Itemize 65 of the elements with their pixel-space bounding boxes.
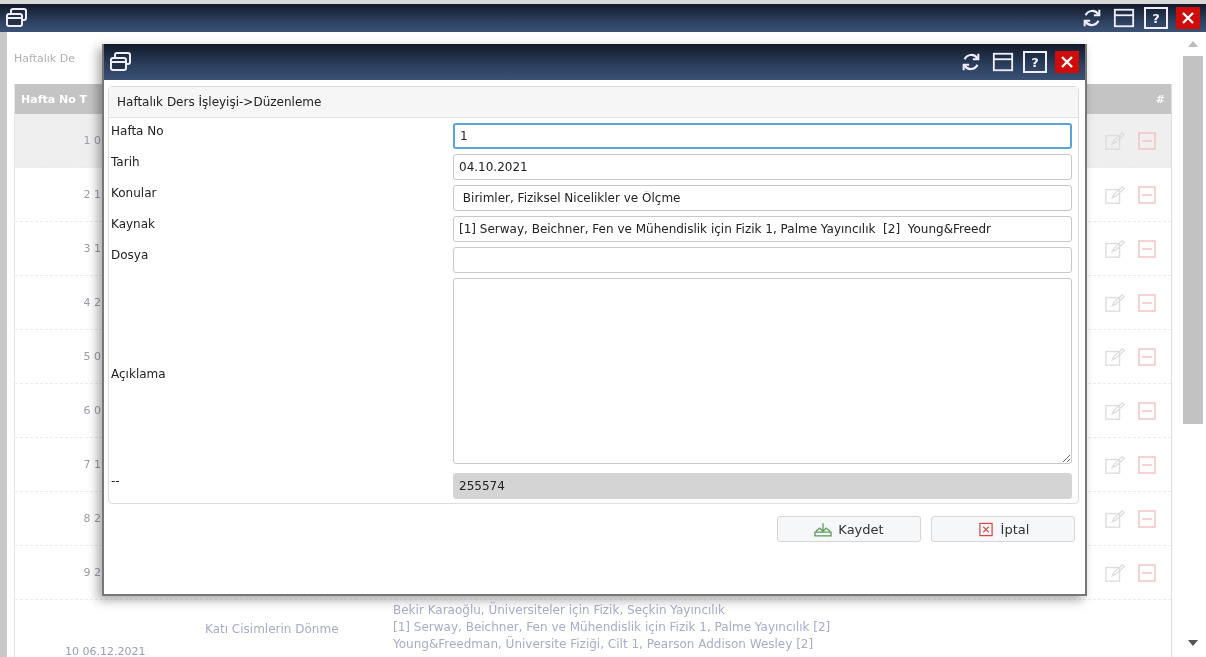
field-label: Hafta No	[111, 123, 165, 138]
edit-icon[interactable]	[1105, 562, 1125, 583]
edit-icon[interactable]	[1105, 400, 1125, 421]
delete-icon[interactable]	[1137, 454, 1157, 475]
table-cell-text: Young&Freedman, Üniversite Fiziği, Cilt 1, Pearson Addison Wesley [2]	[393, 636, 815, 653]
row-number: 4 2	[82, 296, 101, 309]
input-field[interactable]: 1	[453, 123, 1072, 149]
description-textarea[interactable]	[453, 278, 1072, 464]
close-box-icon	[976, 521, 995, 537]
column-header: #	[1155, 92, 1165, 106]
page-title: Haftalık De	[14, 51, 75, 65]
window-icon	[6, 8, 28, 28]
edit-icon[interactable]	[1105, 184, 1125, 205]
row-number: 7 1	[82, 458, 101, 471]
delete-icon[interactable]	[1137, 346, 1157, 367]
delete-icon[interactable]	[1137, 562, 1157, 583]
input-field[interactable]	[453, 247, 1072, 273]
edit-icon[interactable]	[1105, 292, 1125, 313]
edit-icon[interactable]	[1105, 346, 1125, 367]
edit-icon[interactable]	[1105, 508, 1125, 529]
form-heading: Haftalık Ders İşleyişi->Düzenleme	[117, 95, 322, 109]
close-button[interactable]	[1176, 7, 1200, 29]
close-icon	[1061, 56, 1073, 68]
edit-icon[interactable]	[1105, 238, 1125, 259]
field-label: --	[111, 473, 121, 488]
row-number: 6 0	[82, 404, 101, 417]
save-button[interactable]: Kaydet	[777, 516, 921, 542]
table-cell-text: [1] Serway, Beichner, Fen ve Mühendislik için Fizik 1, Palme Yayıncılık [2]	[393, 619, 831, 636]
scroll-up-icon[interactable]	[1187, 40, 1199, 48]
row-number: 5 0	[82, 350, 101, 363]
cancel-button[interactable]: İptal	[931, 516, 1075, 542]
help-button[interactable]: ?	[1023, 51, 1047, 73]
field-label: Açıklama	[111, 365, 167, 381]
row-number: 2 1	[82, 188, 101, 201]
delete-icon[interactable]	[1137, 184, 1157, 205]
close-button[interactable]	[1055, 51, 1079, 73]
edit-icon[interactable]	[1105, 454, 1125, 475]
table-cell: Katı Cisimlerin Dönme	[205, 622, 339, 636]
field-label: Dosya	[111, 247, 150, 262]
tray-download-icon	[814, 521, 833, 537]
delete-icon[interactable]	[1137, 508, 1157, 529]
window-icon	[110, 52, 132, 72]
help-button[interactable]: ?	[1144, 7, 1168, 29]
row-number: 3 1	[82, 242, 101, 255]
field-label: Tarih	[111, 154, 141, 169]
column-header: Hafta No T	[21, 92, 88, 106]
row-number: 9 2	[82, 566, 101, 579]
row-number: 10 06.12.2021	[65, 645, 146, 657]
scroll-down-icon[interactable]	[1187, 639, 1199, 647]
delete-icon[interactable]	[1137, 238, 1157, 259]
delete-icon[interactable]	[1137, 400, 1157, 421]
field-label: Konular	[111, 185, 158, 200]
delete-icon[interactable]	[1137, 292, 1157, 313]
table-cell-text: Bekir Karaoğlu, Üniversiteler için Fizik, Seçkin Yayıncılık	[393, 602, 726, 619]
field-label: Kaynak	[111, 216, 157, 231]
row-number: 8 2	[82, 512, 101, 525]
maximize-icon[interactable]	[991, 51, 1015, 73]
close-icon	[1182, 12, 1194, 24]
maximize-icon[interactable]	[1112, 7, 1136, 29]
scroll-thumb[interactable]	[1183, 56, 1203, 424]
input-field[interactable]: Birimler, Fiziksel Nicelikler ve Ölçme	[453, 185, 1072, 211]
input-field[interactable]: 04.10.2021	[453, 154, 1072, 180]
delete-icon[interactable]	[1137, 130, 1157, 151]
row-number: 1 0	[82, 134, 101, 147]
input-field[interactable]: [1] Serway, Beichner, Fen ve Mühendislik için Fizik 1, Palme Yayıncılık [2] Young&Freedr	[453, 216, 1072, 242]
